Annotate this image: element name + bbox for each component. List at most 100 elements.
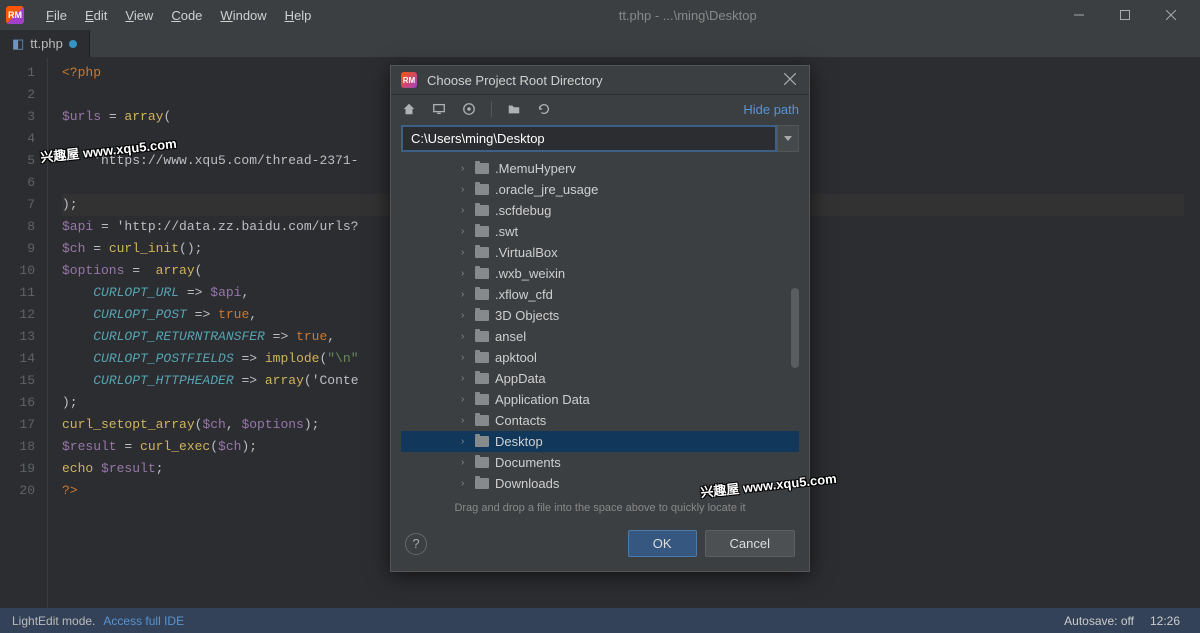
chevron-right-icon: › [461,184,469,195]
new-folder-icon[interactable] [506,101,522,117]
app-icon: RM [6,6,24,24]
folder-icon [475,457,489,468]
maximize-button[interactable] [1102,0,1148,30]
clock: 12:26 [1150,614,1180,628]
tree-item[interactable]: › .scfdebug [401,200,799,221]
chevron-right-icon: › [461,478,469,489]
menu-edit[interactable]: Edit [77,4,115,27]
folder-icon [475,205,489,216]
tree-item[interactable]: ›Documents [401,452,799,473]
tree-item-label: Application Data [495,392,590,407]
close-button[interactable] [1148,0,1194,30]
tab-label: tt.php [30,36,63,51]
tree-item[interactable]: › AppData [401,368,799,389]
folder-icon [475,163,489,174]
folder-icon [475,415,489,426]
menu-file[interactable]: File [38,4,75,27]
menu-code[interactable]: Code [163,4,210,27]
dialog-titlebar: RM Choose Project Root Directory [391,66,809,95]
chevron-right-icon: › [461,352,469,363]
path-input[interactable] [401,125,777,152]
tree-item[interactable]: › Desktop [401,431,799,452]
chevron-right-icon: › [461,268,469,279]
tree-item[interactable]: › .oracle_jre_usage [401,179,799,200]
chevron-right-icon: › [461,373,469,384]
chevron-right-icon: › [461,205,469,216]
menu-help[interactable]: Help [277,4,320,27]
tree-item[interactable]: › .VirtualBox [401,242,799,263]
folder-icon [475,268,489,279]
ok-button[interactable]: OK [628,530,697,557]
tree-item-label: AppData [495,371,546,386]
minimize-button[interactable] [1056,0,1102,30]
tree-item[interactable]: › .MemuHyperv [401,158,799,179]
folder-icon [475,394,489,405]
tree-item-label: .oracle_jre_usage [495,182,598,197]
choose-root-dialog: RM Choose Project Root Directory Hide pa… [390,65,810,572]
path-combo [401,125,799,152]
gutter: 1234567891011121314151617181920 [0,58,48,608]
chevron-right-icon: › [461,310,469,321]
tree-item-label: 3D Objects [495,308,559,323]
folder-icon [475,184,489,195]
menu-view[interactable]: View [117,4,161,27]
window-title: tt.php - ...\ming\Desktop [319,8,1056,23]
folder-icon [475,289,489,300]
chevron-right-icon: › [461,289,469,300]
tree-item[interactable]: › apktool [401,347,799,368]
tabbar: ◧ tt.php [0,30,1200,58]
desktop-icon[interactable] [431,101,447,117]
chevron-right-icon: › [461,226,469,237]
folder-tree[interactable]: › .MemuHyperv › .oracle_jre_usage › .scfdebug… [401,158,799,496]
tree-item-label: apktool [495,350,537,365]
tree-item-label: .VirtualBox [495,245,558,260]
help-button[interactable]: ? [405,533,427,555]
tab-file[interactable]: ◧ tt.php [0,30,90,57]
tree-item-label: Downloads [495,476,559,491]
tree-item-label: Contacts [495,413,546,428]
tree-item[interactable]: › Downloads [401,473,799,494]
tree-item[interactable]: › .xflow_cfd [401,284,799,305]
chevron-right-icon: › [461,331,469,342]
tree-item-label: .xflow_cfd [495,287,553,302]
path-dropdown-button[interactable] [777,125,799,152]
access-full-ide-link[interactable]: Access full IDE [103,614,184,628]
chevron-right-icon: › [461,163,469,174]
folder-icon [475,310,489,321]
folder-icon [475,373,489,384]
main-menu: File Edit View Code Window Help [38,4,319,27]
tree-item-label: .scfdebug [495,203,551,218]
tree-item-label: Desktop [495,434,543,449]
chevron-right-icon: › [461,394,469,405]
dialog-close-button[interactable] [781,73,799,88]
menu-window[interactable]: Window [212,4,274,27]
status-mode: LightEdit mode. [12,614,95,628]
tree-scrollbar[interactable] [791,288,799,368]
chevron-right-icon: › [461,436,469,447]
tree-item[interactable]: ›.wxb_weixin [401,263,799,284]
titlebar: RM File Edit View Code Window Help tt.ph… [0,0,1200,30]
cancel-button[interactable]: Cancel [705,530,795,557]
dialog-toolbar: Hide path [391,95,809,123]
tree-item[interactable]: › ansel [401,326,799,347]
tree-item-label: .swt [495,224,518,239]
folder-icon [475,478,489,489]
folder-icon [475,436,489,447]
project-icon[interactable] [461,101,477,117]
tree-item[interactable]: ›Contacts [401,410,799,431]
home-icon[interactable] [401,101,417,117]
folder-icon [475,331,489,342]
chevron-right-icon: › [461,247,469,258]
statusbar: LightEdit mode. Access full IDE Autosave… [0,608,1200,633]
php-file-icon: ◧ [12,36,24,52]
refresh-icon[interactable] [536,101,552,117]
tree-item[interactable]: › .swt [401,221,799,242]
modified-dot-icon [69,40,77,48]
hide-path-link[interactable]: Hide path [743,102,799,117]
dialog-title: Choose Project Root Directory [427,73,781,88]
tree-item-label: .MemuHyperv [495,161,576,176]
tree-item[interactable]: › Application Data [401,389,799,410]
tree-item-label: ansel [495,329,526,344]
autosave-status[interactable]: Autosave: off [1064,614,1134,628]
tree-item[interactable]: › 3D Objects [401,305,799,326]
